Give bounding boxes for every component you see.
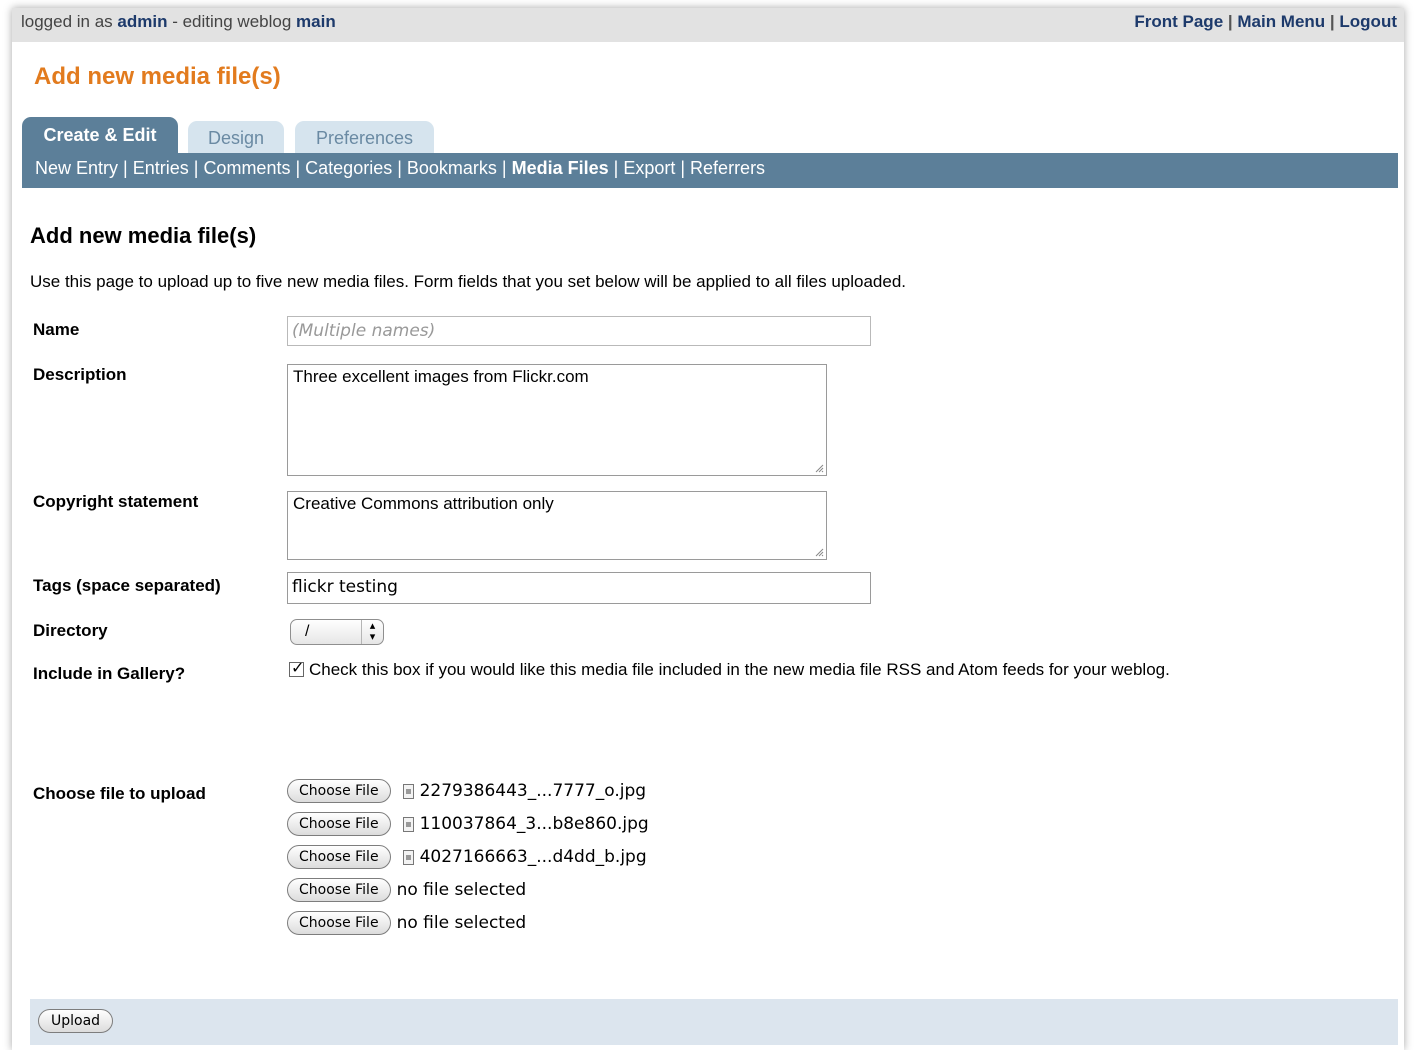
- nav-referrers[interactable]: Referrers: [690, 158, 765, 178]
- sub-nav: New Entry | Entries | Comments | Categories | Bo…: [22, 153, 1398, 188]
- main-menu-link[interactable]: Main Menu: [1237, 12, 1325, 31]
- username: admin: [117, 12, 168, 31]
- tab-design[interactable]: Design: [188, 121, 284, 153]
- nav-comments[interactable]: Comments: [203, 158, 290, 178]
- description-value: Three excellent images from Flickr.com: [293, 367, 589, 386]
- form-intro: Use this page to upload up to five new m…: [30, 272, 906, 291]
- choose-file-button[interactable]: Choose File: [287, 779, 391, 803]
- editing-text: - editing weblog: [172, 12, 292, 31]
- tab-create-edit[interactable]: Create & Edit: [22, 117, 178, 153]
- no-file-text: no file selected: [396, 880, 527, 900]
- upload-button[interactable]: Upload: [38, 1009, 114, 1033]
- file-icon: [402, 816, 414, 832]
- tab-preferences[interactable]: Preferences: [295, 121, 434, 153]
- page-title: Add new media file(s): [34, 63, 281, 90]
- front-page-link[interactable]: Front Page: [1134, 12, 1223, 31]
- tags-field[interactable]: flickr testing: [287, 572, 871, 604]
- form-heading: Add new media file(s): [30, 223, 257, 248]
- tags-label: Tags (space separated): [33, 576, 221, 595]
- choose-file-button[interactable]: Choose File: [287, 845, 391, 869]
- gallery-text: Check this box if you would like this me…: [309, 660, 1170, 679]
- name-field[interactable]: (Multiple names): [287, 316, 871, 346]
- nav-export[interactable]: Export: [623, 158, 675, 178]
- copyright-field[interactable]: Creative Commons attribution only: [287, 491, 827, 560]
- status-bar: logged in as admin - editing weblog main…: [12, 8, 1404, 42]
- app-window: logged in as admin - editing weblog main…: [12, 8, 1404, 1050]
- description-label: Description: [33, 365, 127, 384]
- no-file-text: no file selected: [396, 913, 527, 933]
- form-actions: Upload: [30, 999, 1398, 1045]
- file-row: Choose File 110037864_3...b8e860.jpg: [287, 812, 649, 838]
- choose-file-button[interactable]: Choose File: [287, 812, 391, 836]
- file-icon: [402, 849, 414, 865]
- copyright-value: Creative Commons attribution only: [293, 494, 554, 513]
- weblog-name: main: [296, 12, 336, 31]
- nav-new-entry[interactable]: New Entry: [35, 158, 118, 178]
- choose-file-button[interactable]: Choose File: [287, 911, 391, 935]
- upload-label: Choose file to upload: [33, 784, 206, 803]
- file-name: 110037864_3...b8e860.jpg: [419, 814, 649, 834]
- resize-grip-icon[interactable]: [814, 547, 824, 557]
- directory-value: /: [305, 623, 310, 640]
- file-name: 2279386443_...7777_o.jpg: [419, 781, 647, 801]
- file-row: Choose File no file selected: [287, 911, 526, 937]
- gallery-checkbox[interactable]: ✓: [289, 660, 304, 677]
- gallery-label: Include in Gallery?: [33, 664, 186, 683]
- choose-file-button[interactable]: Choose File: [287, 878, 391, 902]
- nav-entries[interactable]: Entries: [133, 158, 189, 178]
- login-status: logged in as admin - editing weblog main: [21, 12, 336, 32]
- file-row: Choose File 4027166663_...d4dd_b.jpg: [287, 845, 647, 871]
- name-label: Name: [33, 320, 80, 339]
- select-arrows-icon: ▴ ▾: [361, 620, 383, 644]
- logout-link[interactable]: Logout: [1339, 12, 1397, 31]
- gallery-option: ✓ Check this box if you would like this m…: [289, 660, 1170, 680]
- nav-media-files[interactable]: Media Files: [512, 158, 609, 178]
- description-field[interactable]: Three excellent images from Flickr.com: [287, 364, 827, 476]
- file-row: Choose File no file selected: [287, 878, 526, 904]
- directory-select[interactable]: / ▴ ▾: [290, 619, 384, 645]
- nav-categories[interactable]: Categories: [305, 158, 392, 178]
- file-icon: [402, 783, 414, 799]
- login-prefix: logged in as: [21, 12, 113, 31]
- resize-grip-icon[interactable]: [814, 463, 824, 473]
- nav-bookmarks[interactable]: Bookmarks: [407, 158, 497, 178]
- directory-label: Directory: [33, 621, 108, 640]
- copyright-label: Copyright statement: [33, 492, 199, 511]
- top-links: Front Page | Main Menu | Logout: [1134, 12, 1397, 31]
- checkmark-icon: ✓: [291, 660, 305, 677]
- file-name: 4027166663_...d4dd_b.jpg: [419, 847, 647, 867]
- file-row: Choose File 2279386443_...7777_o.jpg: [287, 779, 646, 805]
